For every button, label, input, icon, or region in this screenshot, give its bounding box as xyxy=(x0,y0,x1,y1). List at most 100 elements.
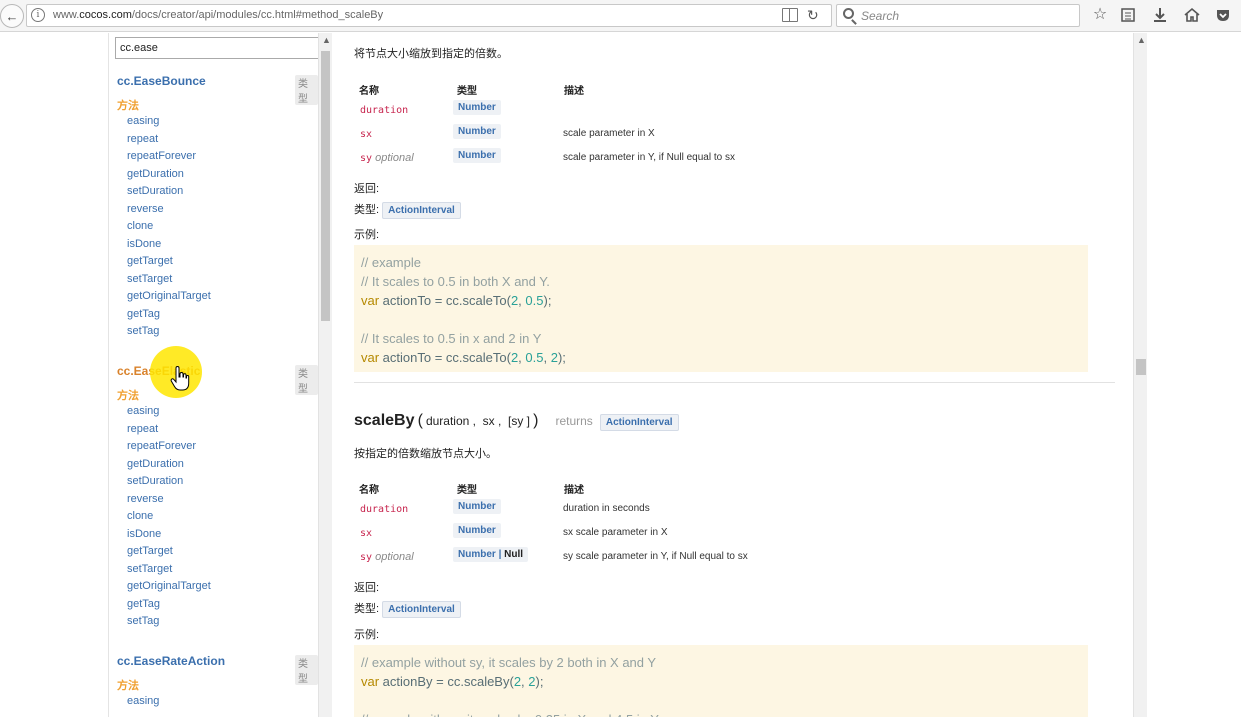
search-input[interactable]: Search xyxy=(836,4,1080,27)
sidebar-method-link[interactable]: clone xyxy=(127,220,153,232)
code-token: // example xyxy=(361,255,421,270)
sidebar-method-link[interactable]: reverse xyxy=(127,493,164,505)
param-type-cell: Number xyxy=(453,499,501,514)
return-type-chip-2[interactable]: ActionInterval xyxy=(382,601,461,618)
param-header-type-2: 类型 xyxy=(457,485,477,496)
close-paren: ) xyxy=(533,412,539,429)
param-type-text: Number xyxy=(458,150,496,161)
pocket-icon[interactable] xyxy=(1213,5,1233,25)
page-scroll-up-arrow-icon[interactable]: ▲ xyxy=(1137,35,1146,45)
return-type-chip[interactable]: ActionInterval xyxy=(382,202,461,219)
sidebar-method-link[interactable]: repeat xyxy=(127,133,158,145)
code-token: var xyxy=(361,350,380,365)
bookmarks-list-icon[interactable] xyxy=(1118,5,1138,25)
code-token: // It scales to 0.5 in both X and Y. xyxy=(361,274,550,289)
home-icon[interactable] xyxy=(1182,5,1202,25)
sidebar-method-link[interactable]: setDuration xyxy=(127,475,183,487)
sidebar-method-link[interactable]: getDuration xyxy=(127,458,184,470)
method-params-signature: duration , sx , [sy ] xyxy=(425,414,530,428)
sidebar-method-link[interactable]: isDone xyxy=(127,238,161,250)
sidebar-scroll-thumb[interactable] xyxy=(321,51,330,321)
back-arrow-icon[interactable]: ← xyxy=(0,4,24,28)
return-type-label: 类型: ActionInterval xyxy=(354,201,461,219)
reader-view-icon[interactable] xyxy=(782,8,798,22)
param-type-chip[interactable]: Number xyxy=(453,523,501,538)
scaleBy-description: 按指定的倍数缩放节点大小。 xyxy=(354,448,497,460)
sidebar-method-link[interactable]: getOriginalTarget xyxy=(127,580,211,592)
sidebar-method-link[interactable]: setDuration xyxy=(127,185,183,197)
star-icon[interactable]: ☆ xyxy=(1090,5,1110,25)
param-type-chip[interactable]: Number xyxy=(453,100,501,115)
sidebar-method-link[interactable]: getDuration xyxy=(127,168,184,180)
sidebar-type-badge: 类型 xyxy=(295,75,318,105)
hand-cursor-icon xyxy=(170,366,190,391)
param-type-chip[interactable]: Number xyxy=(453,148,501,163)
sidebar-method-link[interactable]: clone xyxy=(127,510,153,522)
code-example-scaleBy: // example without sy, it scales by 2 bo… xyxy=(354,645,1088,717)
sidebar-type-badge: 类型 xyxy=(295,655,318,685)
sidebar-method-link[interactable]: getTarget xyxy=(127,255,173,267)
scroll-up-arrow-icon[interactable]: ▲ xyxy=(322,35,331,45)
sidebar-method-link[interactable]: getTag xyxy=(127,308,160,320)
param-optional-label: optional xyxy=(375,152,414,164)
method-return-chip[interactable]: ActionInterval xyxy=(599,414,679,431)
param-row-name: sy optional xyxy=(360,152,414,164)
sidebar-method-link[interactable]: repeat xyxy=(127,423,158,435)
code-line: //example with sy, it scales by 0.25 in … xyxy=(361,710,1081,717)
address-bar[interactable]: i www.cocos.com/docs/creator/api/modules… xyxy=(26,4,832,27)
param-type-extra: Null xyxy=(504,549,524,560)
section-divider xyxy=(354,382,1115,383)
page-scroll-thumb[interactable] xyxy=(1136,359,1146,375)
sidebar-class-title[interactable]: cc.EaseBounce xyxy=(117,74,206,88)
returns-label-2: 返回: xyxy=(354,582,380,594)
sidebar-method-link[interactable]: reverse xyxy=(127,203,164,215)
param-type-text: Number xyxy=(458,549,496,560)
sidebar-method-link[interactable]: easing xyxy=(127,405,159,417)
url-text[interactable]: www.cocos.com/docs/creator/api/modules/c… xyxy=(53,9,383,21)
sidebar-method-link[interactable]: setTag xyxy=(127,325,159,337)
sidebar-method-link[interactable]: easing xyxy=(127,695,159,707)
code-token: ); xyxy=(535,674,544,689)
sidebar-method-link[interactable]: setTag xyxy=(127,615,159,627)
sidebar-method-link[interactable]: easing xyxy=(127,115,159,127)
sidebar-method-link[interactable]: getTag xyxy=(127,598,160,610)
param-description: scale parameter in Y, if Null equal to s… xyxy=(563,152,735,163)
url-domain: cocos.com xyxy=(79,9,132,21)
param-name: sy xyxy=(360,153,373,164)
api-sidebar: cc.EaseBounce类型方法easingrepeatrepeatForev… xyxy=(108,33,318,717)
sidebar-class-title[interactable]: cc.EaseRateAction xyxy=(117,654,225,668)
param-type-chip[interactable]: Number xyxy=(453,124,501,139)
sidebar-scrollbar[interactable]: ▲ xyxy=(318,33,332,717)
code-token: 2 xyxy=(550,350,558,365)
sidebar-method-link[interactable]: repeatForever xyxy=(127,440,196,452)
code-token: var xyxy=(361,674,380,689)
reload-icon[interactable]: ↻ xyxy=(807,7,819,24)
param-description: sx scale parameter in X xyxy=(563,527,668,538)
param-header-name-2: 名称 xyxy=(359,485,379,496)
sidebar-method-link[interactable]: getOriginalTarget xyxy=(127,290,211,302)
param-header-type: 类型 xyxy=(457,86,477,97)
sidebar-method-link[interactable]: setTarget xyxy=(127,563,172,575)
param-description: duration in seconds xyxy=(563,503,650,514)
code-token: actionTo = cc.scaleTo( xyxy=(379,350,511,365)
param-type-chip[interactable]: Number xyxy=(453,499,501,514)
search-icon xyxy=(843,8,854,19)
param-row-name: sx xyxy=(360,527,372,539)
api-doc-content: 将节点大小缩放到指定的倍数。 名称 类型 描述 duration Number sx… xyxy=(354,33,1124,717)
param-header-name: 名称 xyxy=(359,86,379,97)
sidebar-method-link[interactable]: repeatForever xyxy=(127,150,196,162)
param-type-chip[interactable]: Number | Null xyxy=(453,547,529,562)
code-example-scaleTo: // example // It scales to 0.5 in both X … xyxy=(354,245,1088,372)
sidebar-method-link[interactable]: isDone xyxy=(127,528,161,540)
sidebar-method-link[interactable]: getTarget xyxy=(127,545,173,557)
api-filter-input[interactable] xyxy=(115,37,318,59)
param-type-cell: Number xyxy=(453,523,501,538)
download-icon[interactable] xyxy=(1150,5,1170,25)
code-token: 0.5 xyxy=(525,293,544,308)
site-info-icon[interactable]: i xyxy=(31,8,45,22)
page-scrollbar[interactable]: ▲ xyxy=(1133,33,1147,717)
scaleTo-description: 将节点大小缩放到指定的倍数。 xyxy=(354,48,508,60)
sidebar-method-link[interactable]: setTarget xyxy=(127,273,172,285)
param-row-name: duration xyxy=(360,104,408,116)
